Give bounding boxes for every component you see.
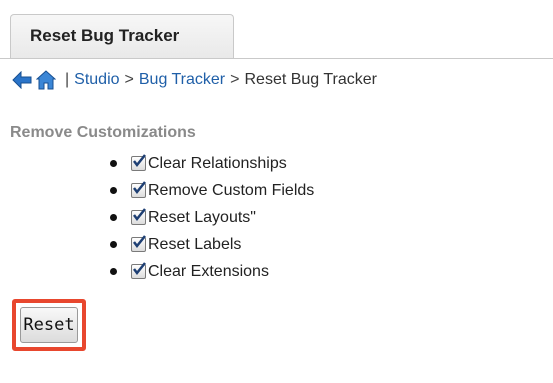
back-arrow-icon[interactable] bbox=[12, 71, 32, 89]
option-label: Reset Labels bbox=[148, 235, 242, 253]
check-icon bbox=[133, 154, 146, 168]
breadcrumb-separator: | bbox=[65, 71, 70, 88]
breadcrumb: | Studio > Bug Tracker > Reset Bug Track… bbox=[12, 66, 377, 94]
top-strip bbox=[0, 0, 553, 8]
breadcrumb-studio-link[interactable]: Studio bbox=[74, 71, 119, 89]
option-label: Clear Extensions bbox=[148, 262, 269, 280]
breadcrumb-current: Reset Bug Tracker bbox=[244, 71, 377, 88]
option-reset-labels: Reset Labels bbox=[110, 231, 314, 258]
reset-labels-checkbox[interactable] bbox=[131, 235, 146, 252]
breadcrumb-arrow: > bbox=[230, 71, 240, 88]
bullet bbox=[110, 268, 117, 275]
bullet bbox=[110, 214, 117, 221]
tab-bar: Reset Bug Tracker bbox=[0, 8, 553, 59]
option-remove-custom-fields: Remove Custom Fields bbox=[110, 177, 314, 204]
check-icon bbox=[133, 181, 146, 195]
tab-label: Reset Bug Tracker bbox=[30, 26, 180, 45]
option-label: Clear Relationships bbox=[148, 154, 287, 172]
reset-button[interactable]: Reset bbox=[20, 307, 78, 343]
remove-custom-fields-checkbox[interactable] bbox=[131, 181, 146, 198]
bullet bbox=[110, 241, 117, 248]
breadcrumb-arrow: > bbox=[124, 71, 134, 88]
customization-options-list: Clear Relationships Remove Custom Fields… bbox=[110, 150, 314, 285]
reset-layouts-checkbox[interactable] bbox=[131, 208, 146, 225]
clear-relationships-checkbox[interactable] bbox=[131, 154, 146, 171]
tab-reset-bug-tracker[interactable]: Reset Bug Tracker bbox=[10, 14, 234, 58]
option-clear-extensions: Clear Extensions bbox=[110, 258, 314, 285]
clear-extensions-checkbox[interactable] bbox=[131, 262, 146, 279]
option-label: Remove Custom Fields bbox=[148, 181, 315, 199]
option-reset-layouts: Reset Layouts" bbox=[110, 204, 314, 231]
bullet bbox=[110, 160, 117, 167]
check-icon bbox=[133, 235, 146, 249]
section-title: Remove Customizations bbox=[10, 124, 196, 141]
check-icon bbox=[133, 262, 146, 276]
check-icon bbox=[133, 208, 146, 222]
home-icon[interactable] bbox=[36, 70, 56, 90]
breadcrumb-bug-tracker-link[interactable]: Bug Tracker bbox=[139, 71, 225, 89]
bullet bbox=[110, 187, 117, 194]
reset-button-highlight: Reset bbox=[12, 299, 86, 351]
option-label: Reset Layouts" bbox=[148, 208, 256, 226]
option-clear-relationships: Clear Relationships bbox=[110, 150, 314, 177]
